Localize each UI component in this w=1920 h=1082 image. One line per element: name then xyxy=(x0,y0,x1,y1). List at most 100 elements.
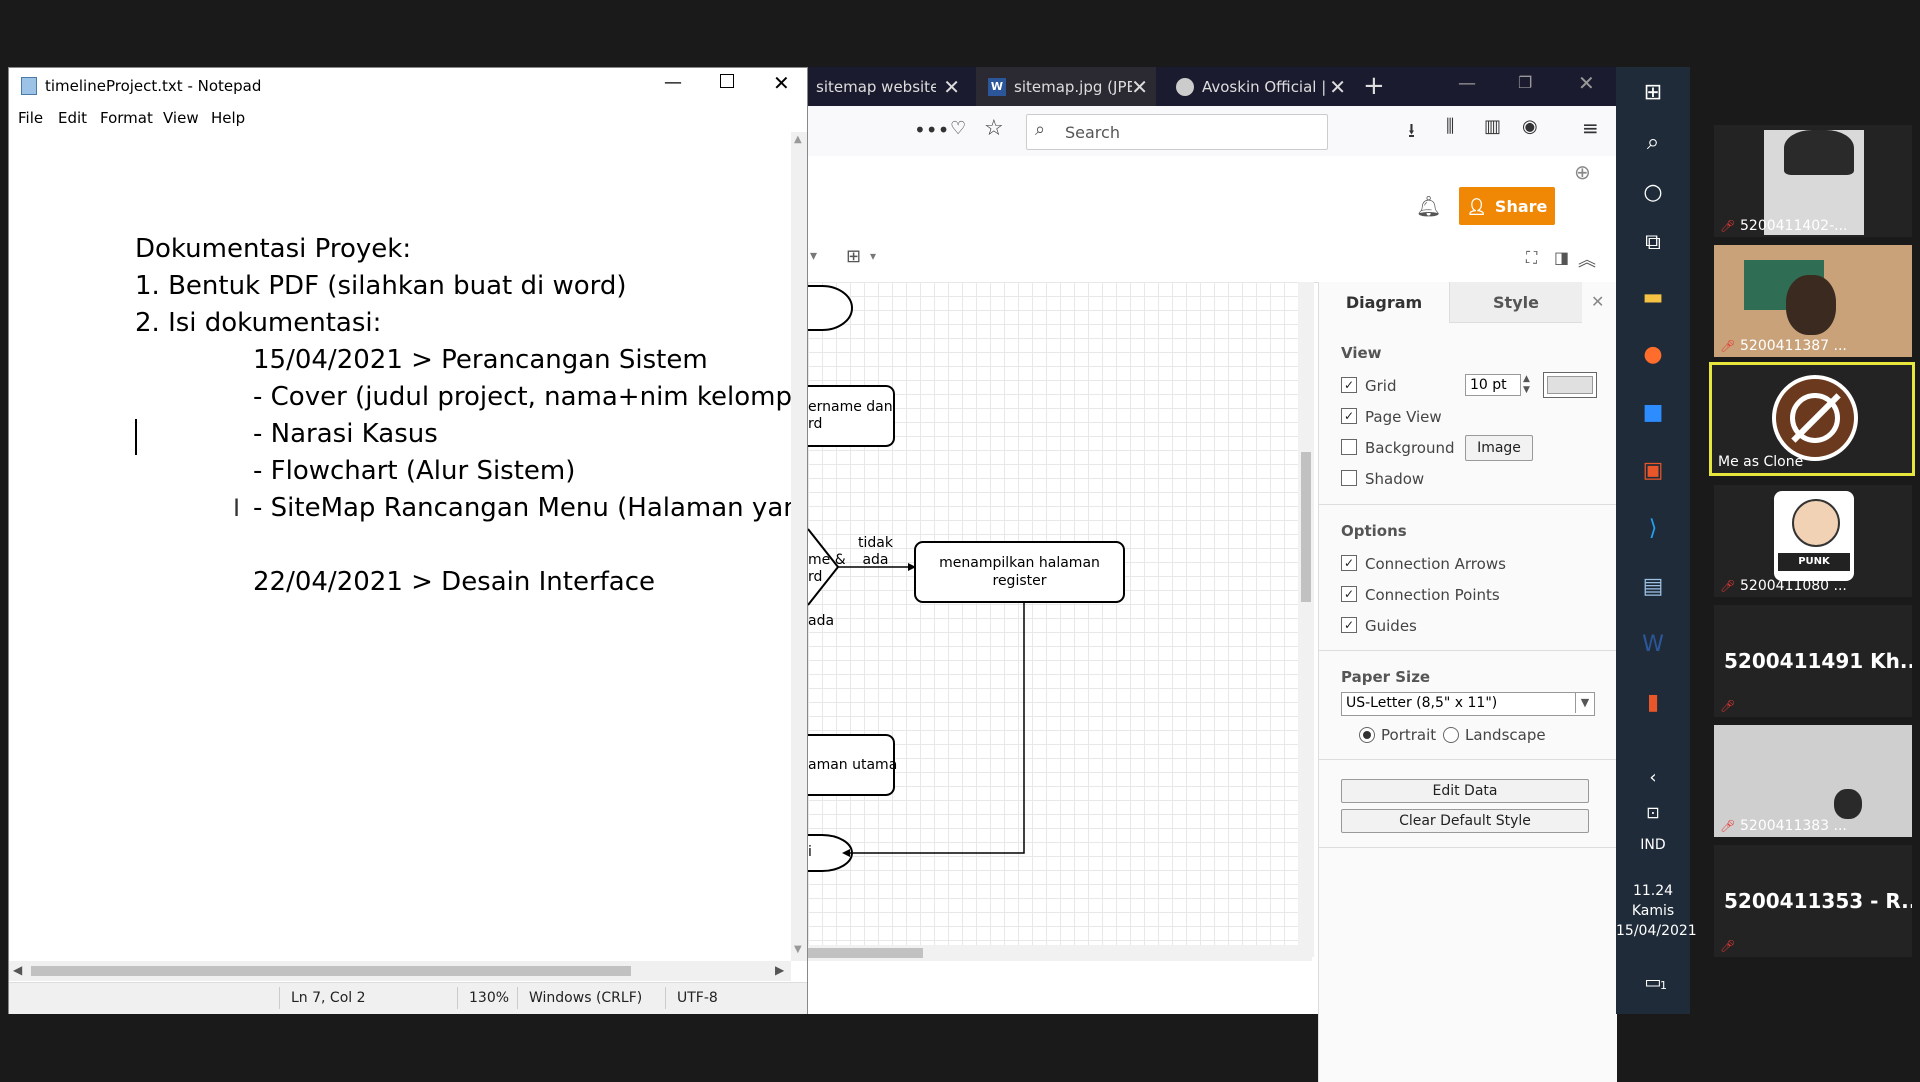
scroll-thumb[interactable] xyxy=(31,966,631,976)
participant-tile[interactable]: 5200411491 Kh... 🎤︎ xyxy=(1714,605,1912,717)
edit-data-button[interactable]: Edit Data xyxy=(1341,779,1589,803)
connection-arrows-checkbox[interactable]: ✓ xyxy=(1341,555,1357,571)
grid-checkbox[interactable]: ✓ xyxy=(1341,377,1357,393)
account-icon[interactable]: ◉ xyxy=(1522,116,1538,137)
language-globe-icon[interactable]: ⊕ xyxy=(1574,160,1591,184)
more-icon[interactable]: ••• xyxy=(914,118,949,142)
menu-help[interactable]: Help xyxy=(211,109,245,127)
tab-sitemap-website[interactable]: sitemap website - ✕ xyxy=(808,67,968,106)
landscape-radio[interactable] xyxy=(1443,727,1459,743)
close-tab-icon[interactable]: ✕ xyxy=(1131,75,1148,99)
sidebar-icon[interactable]: ▥ xyxy=(1484,116,1501,137)
scroll-thumb[interactable] xyxy=(808,948,923,958)
clock-date[interactable]: 15/04/2021 xyxy=(1616,923,1697,939)
vscode-icon[interactable]: ⟩ xyxy=(1638,513,1668,543)
portrait-radio[interactable] xyxy=(1359,727,1375,743)
tab-avoskin[interactable]: Avoskin Official | E ✕ xyxy=(1164,67,1354,106)
guides-checkbox[interactable]: ✓ xyxy=(1341,617,1357,633)
word-icon[interactable]: W xyxy=(1638,629,1668,659)
fullscreen-icon[interactable]: ⛶ xyxy=(1526,248,1537,268)
search-icon[interactable]: ⌕ xyxy=(1638,127,1668,157)
browser-tab-bar: sitemap website - ✕ W sitemap.jpg (JPEG … xyxy=(808,67,1616,106)
windows-start-icon[interactable]: ⊞ xyxy=(1638,77,1668,107)
participant-tile-self[interactable]: Me as Clone xyxy=(1709,362,1915,476)
image-button[interactable]: Image xyxy=(1465,435,1533,461)
minimize-icon[interactable]: — xyxy=(1458,73,1476,94)
clock-day[interactable]: Kamis xyxy=(1616,903,1690,919)
menu-file[interactable]: File xyxy=(18,109,43,127)
text-editor[interactable]: Dokumentasi Proyek: 1. Bentuk PDF (silah… xyxy=(9,132,791,960)
search-input[interactable]: ⌕ Search xyxy=(1026,114,1328,150)
participant-tile[interactable]: 🎤︎ 5200411402-... xyxy=(1714,125,1912,237)
tab-diagram[interactable]: Diagram xyxy=(1319,282,1449,322)
connection-points-checkbox[interactable]: ✓ xyxy=(1341,586,1357,602)
canvas-horizontal-scrollbar[interactable] xyxy=(808,945,1312,961)
window-title: timelineProject.txt - Notepad xyxy=(45,77,262,95)
close-icon[interactable]: ✕ xyxy=(773,71,790,95)
new-tab-icon[interactable]: + xyxy=(1363,71,1385,101)
tab-style[interactable]: Style xyxy=(1449,282,1582,323)
share-button[interactable]: 👤︎ Share xyxy=(1459,187,1555,225)
scroll-thumb[interactable] xyxy=(1301,452,1311,602)
participant-tile[interactable]: PUNK 🎤︎ 5200411080 ... xyxy=(1714,485,1912,597)
canvas-vertical-scrollbar[interactable] xyxy=(1298,282,1314,957)
notepad-vertical-scrollbar[interactable]: ▲ ▼ xyxy=(791,132,807,961)
notepad-horizontal-scrollbar[interactable]: ◀ ▶ xyxy=(9,961,791,981)
bookmark-star-icon[interactable]: ☆ xyxy=(984,116,1004,141)
stepper-icon[interactable]: ▲ ▼ xyxy=(1523,374,1530,396)
search-icon: ⌕ xyxy=(1035,119,1046,140)
menu-edit[interactable]: Edit xyxy=(58,109,87,127)
menu-format[interactable]: Format xyxy=(100,109,153,127)
maximize-icon[interactable] xyxy=(720,74,734,88)
participant-tile[interactable]: 🎤︎ 5200411387 ... xyxy=(1714,245,1912,357)
tab-sitemap-jpg[interactable]: W sitemap.jpg (JPEG ✕ xyxy=(976,67,1156,106)
restore-icon[interactable]: ❐ xyxy=(1518,73,1532,92)
chevron-down-icon[interactable]: ▾ xyxy=(870,249,876,263)
minimize-icon[interactable]: — xyxy=(664,72,682,93)
download-icon[interactable]: ⭳ xyxy=(1408,116,1415,150)
format-panel-icon[interactable]: ◨ xyxy=(1554,248,1569,267)
file-explorer-icon[interactable]: ▬ xyxy=(1638,282,1668,312)
browser-window: sitemap website - ✕ W sitemap.jpg (JPEG … xyxy=(808,67,1617,1082)
participant-tile[interactable]: 🎤︎ 5200411383 ... xyxy=(1714,725,1912,837)
task-view-icon[interactable]: ⧉ xyxy=(1638,227,1668,257)
grid-size-input[interactable]: 10 pt xyxy=(1465,374,1521,396)
dropdown-arrow-icon[interactable]: ▾ xyxy=(810,248,817,264)
pocket-icon[interactable]: ♡ xyxy=(950,118,966,139)
chevron-left-icon[interactable]: ‹ xyxy=(1638,762,1668,792)
close-panel-icon[interactable]: ✕ xyxy=(1591,292,1604,311)
diagram-canvas[interactable]: ername dan rd me & rd tidak ada menampil… xyxy=(808,282,1312,961)
shadow-checkbox[interactable] xyxy=(1341,470,1357,486)
zoom-icon[interactable]: ■ xyxy=(1638,397,1668,427)
collapse-icon[interactable]: ︽ xyxy=(1578,246,1596,272)
scroll-down-icon[interactable]: ▼ xyxy=(794,944,802,955)
notepad-icon[interactable]: ▤ xyxy=(1638,571,1668,601)
background-checkbox[interactable] xyxy=(1341,439,1357,455)
app-icon[interactable]: ▮ xyxy=(1638,687,1668,717)
firefox-icon[interactable]: ● xyxy=(1638,339,1668,369)
library-icon[interactable]: ⫼ xyxy=(1446,116,1454,137)
grid-color-picker[interactable] xyxy=(1543,372,1597,398)
scroll-up-icon[interactable]: ▲ xyxy=(794,134,802,145)
menu-icon[interactable]: ≡ xyxy=(1582,116,1599,140)
powerpoint-icon[interactable]: ▣ xyxy=(1638,455,1668,485)
scroll-left-icon[interactable]: ◀ xyxy=(13,963,22,977)
menu-view[interactable]: View xyxy=(163,109,199,127)
cortana-icon[interactable]: ○ xyxy=(1638,177,1668,207)
page-view-checkbox[interactable]: ✓ xyxy=(1341,408,1357,424)
close-tab-icon[interactable]: ✕ xyxy=(943,75,960,99)
paper-size-select[interactable]: US-Letter (8,5" x 11") ▼ xyxy=(1341,692,1595,716)
notification-bell-icon[interactable]: 🔔︎ xyxy=(1416,194,1441,218)
clear-default-style-button[interactable]: Clear Default Style xyxy=(1341,809,1589,833)
close-tab-icon[interactable]: ✕ xyxy=(1329,75,1346,99)
close-window-icon[interactable]: ✕ xyxy=(1578,71,1595,95)
grid-view-icon[interactable]: ⊞ xyxy=(846,246,861,267)
language-indicator[interactable]: IND xyxy=(1616,837,1690,853)
guides-label: Guides xyxy=(1365,617,1417,635)
participant-tile[interactable]: 5200411353 - R... 🎤︎ xyxy=(1714,845,1912,957)
format-panel: Diagram Style ✕ View ✓ Grid 10 pt ▲ ▼ ✓ P… xyxy=(1318,282,1617,1082)
edge-label-ada: ada xyxy=(808,613,835,629)
clock-time[interactable]: 11.24 xyxy=(1616,883,1690,899)
scroll-right-icon[interactable]: ▶ xyxy=(775,963,784,977)
network-volume-icon[interactable]: ⊡ xyxy=(1638,797,1668,827)
